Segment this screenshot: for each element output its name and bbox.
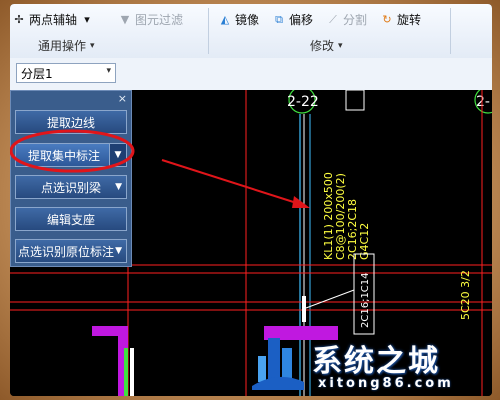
chevron-down-icon[interactable]: ▼ <box>115 182 122 192</box>
leader-mark <box>302 296 306 322</box>
small-box <box>345 90 365 111</box>
offset-button[interactable]: ⧉ 偏移 <box>272 11 313 28</box>
column-shape <box>92 326 128 396</box>
highlight-circle <box>10 129 135 173</box>
column-outline <box>130 348 134 396</box>
ribbon-separator <box>208 8 209 54</box>
building-logo-icon <box>252 338 304 390</box>
offset-icon: ⧉ <box>275 12 283 26</box>
select-identify-inplace-label: 点选识别原位标注 <box>18 244 115 259</box>
chevron-down-icon: ▾ <box>106 66 111 76</box>
split-button[interactable]: ⟋ 分割 <box>326 11 367 28</box>
highlight-ellipse <box>10 129 135 173</box>
pointer-arrow <box>161 159 307 207</box>
right-label-group: 5C20 3/2 <box>459 270 472 320</box>
entity-filter-label: 图元过滤 <box>135 13 184 27</box>
select-identify-beam-label: 点选识别梁 <box>40 180 101 195</box>
layer-toolbar: 分层1 ▾ <box>10 58 492 91</box>
edit-support-label: 编辑支座 <box>46 212 95 227</box>
small-label: 2C16;1C14 <box>360 272 371 328</box>
rotate-label: 旋转 <box>397 13 422 27</box>
column-outline <box>124 348 128 396</box>
group-common-label: 通用操作 <box>38 39 87 53</box>
split-icon: ⟋ <box>329 12 337 26</box>
edit-support-button[interactable]: 编辑支座 <box>15 207 127 231</box>
leader-line <box>305 289 355 309</box>
chevron-down-icon: ▾ <box>90 40 95 51</box>
chevron-down-icon: ▾ <box>84 12 90 26</box>
rotate-icon: ↻ <box>382 12 392 26</box>
ribbon-separator <box>450 8 451 54</box>
mirror-icon: ◭ <box>220 12 230 26</box>
group-modify-label: 修改 <box>310 39 335 53</box>
axis-label: 2-22 <box>287 94 319 110</box>
right-label: 5C20 3/2 <box>459 270 472 320</box>
select-identify-beam-button[interactable]: 点选识别梁 ▼ <box>15 175 127 199</box>
rotate-button[interactable]: ↻ 旋转 <box>380 11 421 28</box>
entity-filter-button[interactable]: ▼ 图元过滤 <box>118 11 183 28</box>
ribbon-toolbar: ✢ 两点辅轴 ▾ ▼ 图元过滤 通用操作 ▾ ◭ 镜像 ⧉ 偏移 ⟋ 分割 ↻ … <box>10 4 492 59</box>
offset-label: 偏移 <box>289 13 314 27</box>
mirror-label: 镜像 <box>235 13 260 27</box>
split-label: 分割 <box>343 13 368 27</box>
mirror-button[interactable]: ◭ 镜像 <box>218 11 259 28</box>
layer-select[interactable]: 分层1 ▾ <box>16 63 116 83</box>
arrow-head-icon <box>292 196 310 208</box>
close-icon[interactable]: × <box>118 92 127 105</box>
group-modify: 修改 ▾ <box>310 37 343 54</box>
axis-label: 2- <box>476 94 490 110</box>
filter-icon: ▼ <box>120 12 130 26</box>
select-identify-inplace-annotation-button[interactable]: 点选识别原位标注 ▼ <box>15 239 127 263</box>
layer-select-value: 分层1 <box>21 66 53 81</box>
watermark-url: xitong86.com <box>318 376 454 391</box>
group-common-ops: 通用操作 ▾ <box>38 37 95 54</box>
two-point-axis-button[interactable]: ✢ 两点辅轴 ▾ <box>12 11 94 28</box>
small-label-group: 2C16;1C14 <box>360 272 371 328</box>
watermark-brand: 系统之城 <box>312 344 440 379</box>
chevron-down-icon: ▾ <box>338 40 343 51</box>
two-point-axis-label: 两点辅轴 <box>29 13 78 27</box>
beam-annotation: KL1(1) 200x500 C8@100/200(2) 2C16;2C18 G… <box>322 172 371 260</box>
extraction-panel: × 提取边线 提取集中标注 ▼ 点选识别梁 ▼ 编辑支座 点选识别原位标注 ▼ <box>10 90 132 267</box>
watermark: 系统之城 xitong86.com <box>248 332 488 396</box>
chevron-down-icon[interactable]: ▼ <box>115 246 122 256</box>
two-point-axis-icon: ✢ <box>14 12 24 26</box>
